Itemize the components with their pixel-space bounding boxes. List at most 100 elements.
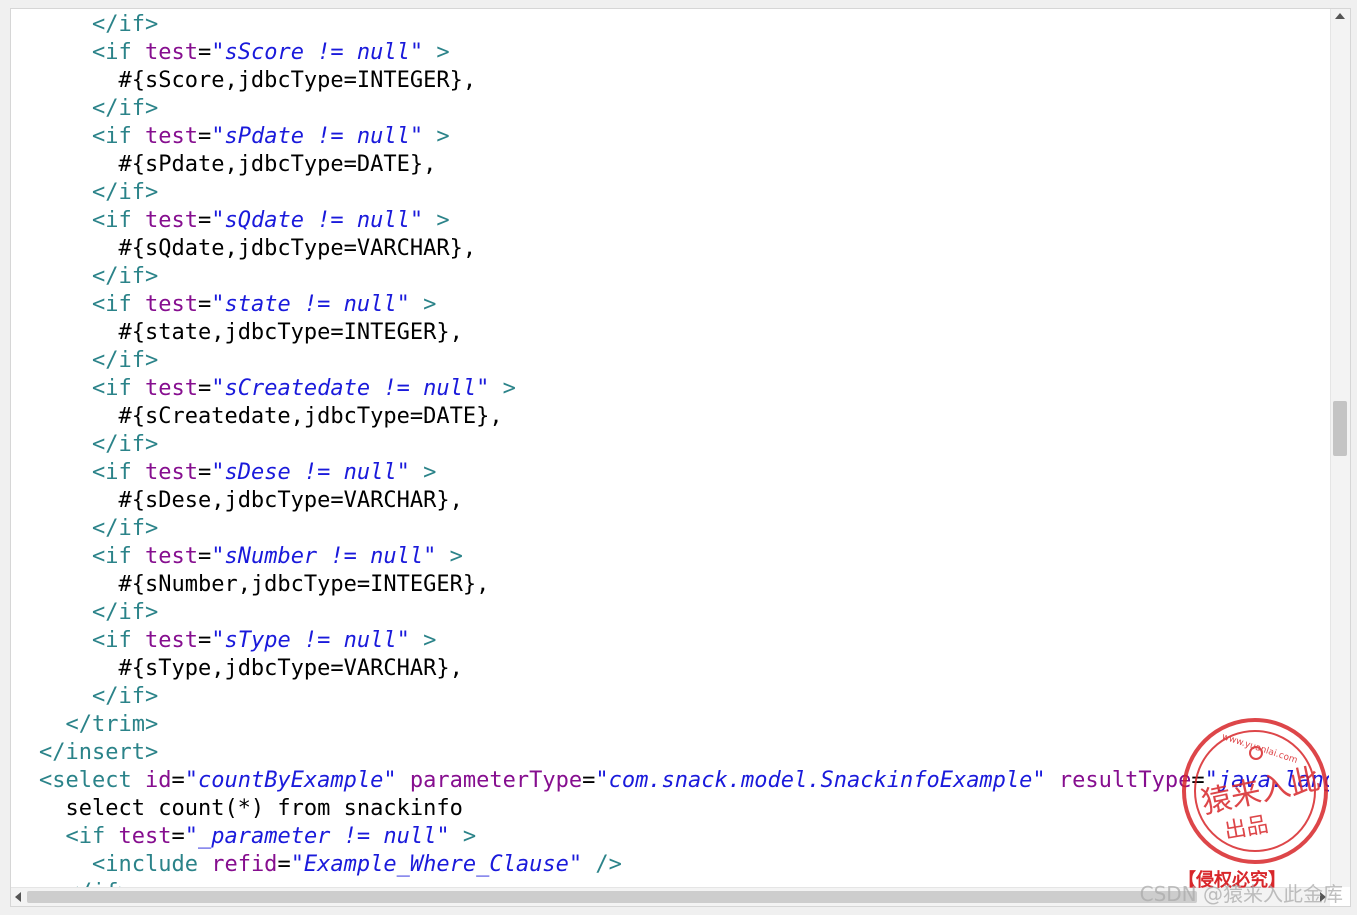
csdn-watermark: CSDN @猿来入此金库 (1139, 882, 1343, 906)
code-token-attr: parameterType (409, 768, 583, 793)
code-line: #{state,jdbcType=INTEGER}, (39, 319, 1329, 347)
code-token-val: "java.lang. (1204, 768, 1329, 793)
code-token-attr: test (144, 292, 198, 317)
code-token-tag: > (409, 292, 437, 317)
code-token-eq: = (277, 852, 291, 877)
code-token-tag: </if> (91, 180, 159, 205)
code-token-tag: > (423, 40, 450, 65)
code-line: </if> (39, 879, 1329, 887)
code-token-tag: </trim> (65, 712, 159, 737)
vertical-scroll-thumb[interactable] (1333, 401, 1347, 456)
code-token-txt: #{sType,jdbcType=VARCHAR}, (118, 656, 463, 681)
code-token-val: "state != null" (211, 292, 410, 317)
code-token-tag: </if> (91, 264, 159, 289)
horizontal-scrollbar[interactable] (11, 887, 1330, 906)
code-token-val: "sType != null" (211, 628, 410, 653)
code-token-eq: = (197, 628, 212, 653)
code-token-attr: resultType (1058, 768, 1192, 793)
code-token-attr: test (144, 460, 198, 485)
code-token-tag: </if> (91, 96, 159, 121)
code-token-eq: = (197, 544, 212, 569)
code-token-attr: test (118, 824, 172, 849)
code-line: </if> (39, 347, 1329, 375)
code-line: #{sPdate,jdbcType=DATE}, (39, 151, 1329, 179)
xml-viewer-window: </if> <if test="sScore != null" > #{sSco… (10, 8, 1351, 907)
code-token-eq: = (197, 376, 212, 401)
code-token-attr: test (144, 208, 198, 233)
code-token-txt: #{sDese,jdbcType=VARCHAR}, (118, 488, 463, 513)
code-token-tag: <select (39, 768, 132, 793)
code-token-tag: </if> (91, 348, 159, 373)
code-line: </if> (39, 431, 1329, 459)
vertical-scrollbar[interactable] (1330, 9, 1350, 887)
code-token-eq: = (197, 460, 212, 485)
scroll-up-icon[interactable] (1335, 13, 1345, 19)
code-line: </if> (39, 95, 1329, 123)
horizontal-scroll-thumb[interactable] (27, 891, 1197, 903)
scroll-left-icon[interactable] (15, 892, 21, 902)
code-line: #{sQdate,jdbcType=VARCHAR}, (39, 235, 1329, 263)
code-token-eq: = (197, 292, 212, 317)
code-line: </if> (39, 263, 1329, 291)
code-line: <if test="sQdate != null" > (39, 207, 1329, 235)
code-line: </if> (39, 179, 1329, 207)
code-token-attr: test (144, 40, 198, 65)
code-line: <if test="sCreatedate != null" > (39, 375, 1329, 403)
code-token-tag: > (449, 824, 477, 849)
code-token-tag: </if> (91, 12, 159, 37)
code-token-val: "sDese != null" (211, 460, 410, 485)
code-token-attr: id (144, 768, 172, 793)
code-line: </if> (39, 599, 1329, 627)
code-token-attr: test (144, 544, 198, 569)
code-area: </if> <if test="sScore != null" > #{sSco… (39, 11, 1329, 887)
code-token-tag: <if (65, 824, 106, 849)
code-line: #{sNumber,jdbcType=INTEGER}, (39, 571, 1329, 599)
code-token-tag: > (489, 376, 516, 401)
code-line: #{sDese,jdbcType=VARCHAR}, (39, 487, 1329, 515)
code-token-txt: #{sScore,jdbcType=INTEGER}, (118, 68, 477, 93)
code-token-tag: /> (582, 852, 622, 877)
code-token-tag: </insert> (39, 740, 159, 765)
code-token-val: "sQdate != null" (211, 208, 424, 233)
code-token-tag: <if (91, 376, 132, 401)
code-token-tag: > (409, 460, 437, 485)
code-line: <if test="sType != null" > (39, 627, 1329, 655)
code-token-tag: <if (91, 40, 132, 65)
code-token-tag: > (436, 544, 463, 569)
code-token-val: "_parameter != null" (184, 824, 450, 849)
code-line: </trim> (39, 711, 1329, 739)
code-token-attr: test (144, 124, 198, 149)
code-line: #{sScore,jdbcType=INTEGER}, (39, 67, 1329, 95)
code-token-attr: refid (211, 852, 278, 877)
code-token-txt: #{state,jdbcType=INTEGER}, (118, 320, 463, 345)
code-token-eq: = (171, 824, 185, 849)
code-token-eq: = (582, 768, 596, 793)
